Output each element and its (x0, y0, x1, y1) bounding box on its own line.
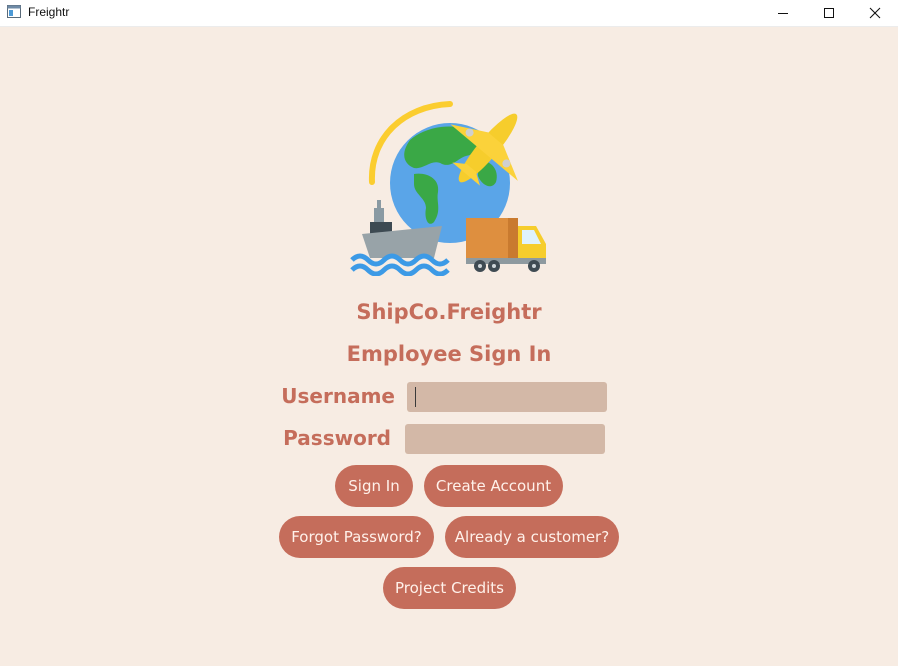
maximize-icon (824, 8, 834, 18)
window-titlebar: Freightr (0, 0, 898, 27)
app-window-icon (7, 5, 21, 18)
password-label: Password (283, 426, 391, 450)
already-customer-button[interactable]: Already a customer? (445, 516, 619, 558)
username-input[interactable] (407, 382, 607, 412)
freight-logo-icon (350, 101, 546, 276)
minimize-button[interactable] (760, 0, 806, 26)
close-button[interactable] (852, 0, 898, 26)
username-label: Username (281, 384, 395, 408)
create-account-button[interactable]: Create Account (424, 465, 563, 507)
sign-in-button[interactable]: Sign In (335, 465, 413, 507)
close-icon (869, 7, 881, 19)
minimize-icon (778, 13, 788, 14)
project-credits-button[interactable]: Project Credits (383, 567, 516, 609)
window-title: Freightr (28, 5, 70, 19)
maximize-button[interactable] (806, 0, 852, 26)
form-title: Employee Sign In (346, 342, 552, 366)
app-name: ShipCo.Freightr (356, 300, 542, 324)
forgot-password-button[interactable]: Forgot Password? (279, 516, 434, 558)
text-caret (415, 387, 416, 407)
password-input[interactable] (405, 424, 605, 454)
